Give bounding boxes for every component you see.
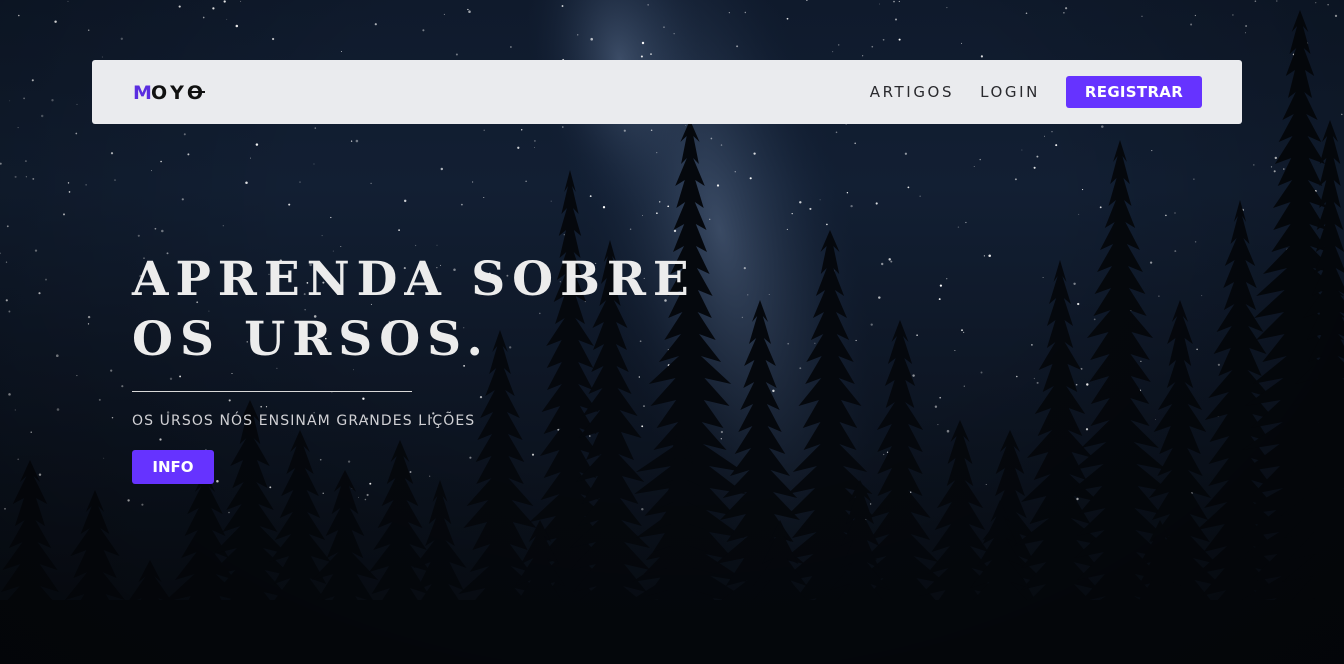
hero-divider — [132, 391, 412, 392]
info-button[interactable]: INFO — [132, 450, 214, 484]
register-button[interactable]: REGISTRAR — [1066, 76, 1202, 108]
hero-subtitle: OS URSOS NÓS ENSINAM GRANDES LIÇÕES — [132, 413, 476, 429]
top-navbar: M OYO MOYO ARTIGOS LOGIN REGISTRAR — [92, 60, 1242, 124]
hero-title-line-2: OS URSOS. — [132, 312, 490, 367]
svg-text:M: M — [133, 82, 152, 102]
hero-title: APRENDA SOBRE OS URSOS. — [132, 250, 772, 370]
logo-icon: M OYO — [133, 82, 205, 102]
hero-title-line-1: APRENDA SOBRE — [132, 252, 696, 307]
moyo-logo[interactable]: M OYO MOYO — [133, 80, 205, 104]
landing-page: M OYO MOYO ARTIGOS LOGIN REGISTRAR APREN… — [0, 0, 1344, 664]
hero-section: APRENDA SOBRE OS URSOS. OS URSOS NÓS ENS… — [132, 250, 772, 484]
nav-links: ARTIGOS LOGIN REGISTRAR — [870, 76, 1202, 108]
nav-link-login[interactable]: LOGIN — [980, 83, 1040, 101]
nav-link-artigos[interactable]: ARTIGOS — [870, 83, 954, 101]
